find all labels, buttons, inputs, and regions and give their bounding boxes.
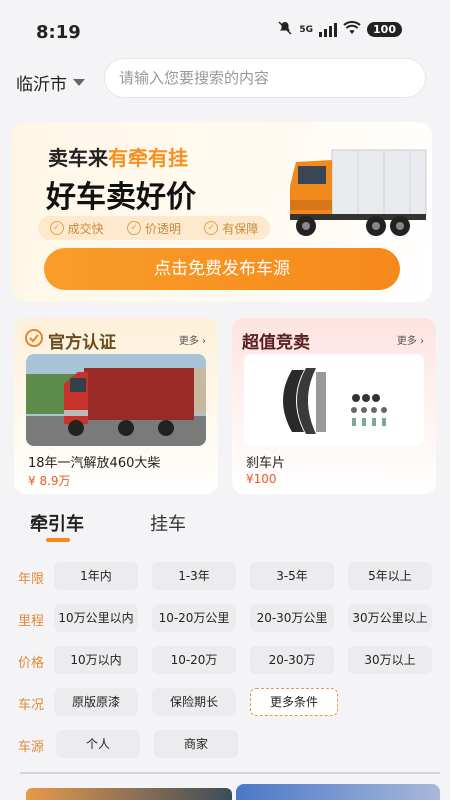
battery-indicator: 100 [367, 22, 402, 37]
filter-chip[interactable]: 20-30万公里 [250, 604, 334, 632]
mute-icon [277, 20, 293, 39]
listing-price: ¥100 [246, 472, 277, 486]
brake-pad-photo [244, 354, 424, 446]
filter-label: 价格 [18, 656, 45, 671]
search-row: 临沂市 请输入您要搜索的内容 [0, 58, 450, 102]
filter-chip[interactable]: 10万公里以内 [54, 604, 138, 632]
filter-chip[interactable]: 商家 [154, 730, 238, 758]
banner-tag: ✓ 价透明 [126, 220, 181, 237]
banner-slogan-highlight: 有牵有挂 [108, 146, 188, 170]
filter-chip[interactable]: 1-3年 [152, 562, 236, 590]
wifi-icon [343, 21, 361, 38]
chevron-down-icon [73, 79, 85, 86]
filter-chip[interactable]: 10万以内 [54, 646, 138, 674]
card-title: 官方认证 [24, 328, 116, 353]
listing-name: 刹车片 [246, 456, 286, 471]
signal-icon [319, 22, 338, 37]
search-input[interactable]: 请输入您要搜索的内容 [104, 58, 426, 98]
filter-chip[interactable]: 1年内 [54, 562, 138, 590]
official-certified-card[interactable]: 官方认证 更多 › 18年一汽解放460大柴 ¥ 8.9万 [14, 318, 218, 494]
filter-label: 里程 [18, 614, 45, 629]
filter-chip[interactable]: 5年以上 [348, 562, 432, 590]
filter-chip[interactable]: 个人 [56, 730, 140, 758]
filter-label: 车况 [18, 698, 45, 713]
filter-row-condition: 车况 原版原漆 保险期长 更多条件 [0, 688, 450, 718]
filter-row-age: 年限 1年内 1-3年 3-5年 5年以上 [0, 562, 450, 592]
box-truck-illustration [288, 144, 428, 246]
banner-slogan: 卖车来有牵有挂 [48, 142, 188, 171]
vehicle-type-tabs: 牵引车 挂车 [0, 508, 450, 548]
banner-tags: ✓ 成交快 ✓ 价透明 ✓ 有保障 [38, 216, 270, 240]
banner-slogan-prefix: 卖车来 [48, 146, 108, 170]
listing-price: ¥ 8.9万 [28, 474, 71, 488]
filter-chip[interactable]: 保险期长 [152, 688, 236, 716]
check-icon: ✓ [204, 221, 219, 235]
filter-chip[interactable]: 20-30万 [250, 646, 334, 674]
card-title-text: 官方认证 [48, 333, 116, 353]
publish-vehicle-button[interactable]: 点击免费发布车源 [44, 248, 400, 290]
filter-chip[interactable]: 30万公里以上 [348, 604, 432, 632]
banner-tag: ✓ 成交快 [49, 220, 104, 237]
filter-row-mileage: 里程 10万公里以内 10-20万公里 20-30万公里 30万公里以上 [0, 604, 450, 634]
network-type: 5G [299, 24, 314, 35]
status-time: 8:19 [36, 22, 81, 43]
filter-label: 车源 [18, 740, 45, 755]
filter-row-source: 车源 个人 商家 [0, 730, 450, 760]
truck-photo [26, 354, 206, 446]
more-link[interactable]: 更多 › [179, 332, 206, 347]
filter-row-price: 价格 10万以内 10-20万 20-30万 30万以上 [0, 646, 450, 676]
filter-chip[interactable]: 10-20万公里 [152, 604, 236, 632]
listing-thumbnail[interactable] [236, 784, 440, 800]
banner-tag: ✓ 有保障 [204, 220, 258, 237]
tab-trailer[interactable]: 挂车 [150, 510, 186, 536]
filter-chip[interactable]: 原版原漆 [54, 688, 138, 716]
card-title-text: 超值竞卖 [242, 333, 310, 353]
listing-preview-strip [20, 770, 440, 800]
value-auction-card[interactable]: 超值竞卖 更多 › 刹车片 ¥100 [232, 318, 436, 494]
listing-name: 18年一汽解放460大柴 [28, 456, 161, 471]
tab-active-indicator [46, 538, 70, 542]
listing-thumbnail[interactable] [26, 788, 232, 800]
status-icons: 5G 100 [277, 20, 402, 39]
check-icon: ✓ [126, 221, 141, 235]
filter-chip[interactable]: 30万以上 [348, 646, 432, 674]
banner-tag-label: 成交快 [67, 221, 104, 236]
filter-chip[interactable]: 10-20万 [152, 646, 236, 674]
more-conditions-button[interactable]: 更多条件 [250, 688, 338, 716]
city-name: 临沂市 [16, 75, 67, 95]
filter-label: 年限 [18, 572, 45, 587]
tab-tractor[interactable]: 牵引车 [30, 510, 84, 536]
divider [20, 772, 440, 774]
promo-banner[interactable]: 卖车来有牵有挂 好车卖好价 ✓ 成交快 ✓ 价透明 ✓ 有保障 点击免费发布车源 [12, 122, 432, 302]
certified-badge-icon [24, 328, 44, 353]
check-icon: ✓ [49, 221, 64, 235]
banner-headline: 好车卖好价 [46, 180, 196, 215]
more-link[interactable]: 更多 › [397, 332, 424, 347]
banner-tag-label: 价透明 [144, 221, 181, 236]
city-selector[interactable]: 临沂市 [16, 70, 85, 95]
status-bar: 8:19 5G 100 [0, 0, 450, 56]
banner-tag-label: 有保障 [222, 221, 259, 236]
filter-chip[interactable]: 3-5年 [250, 562, 334, 590]
